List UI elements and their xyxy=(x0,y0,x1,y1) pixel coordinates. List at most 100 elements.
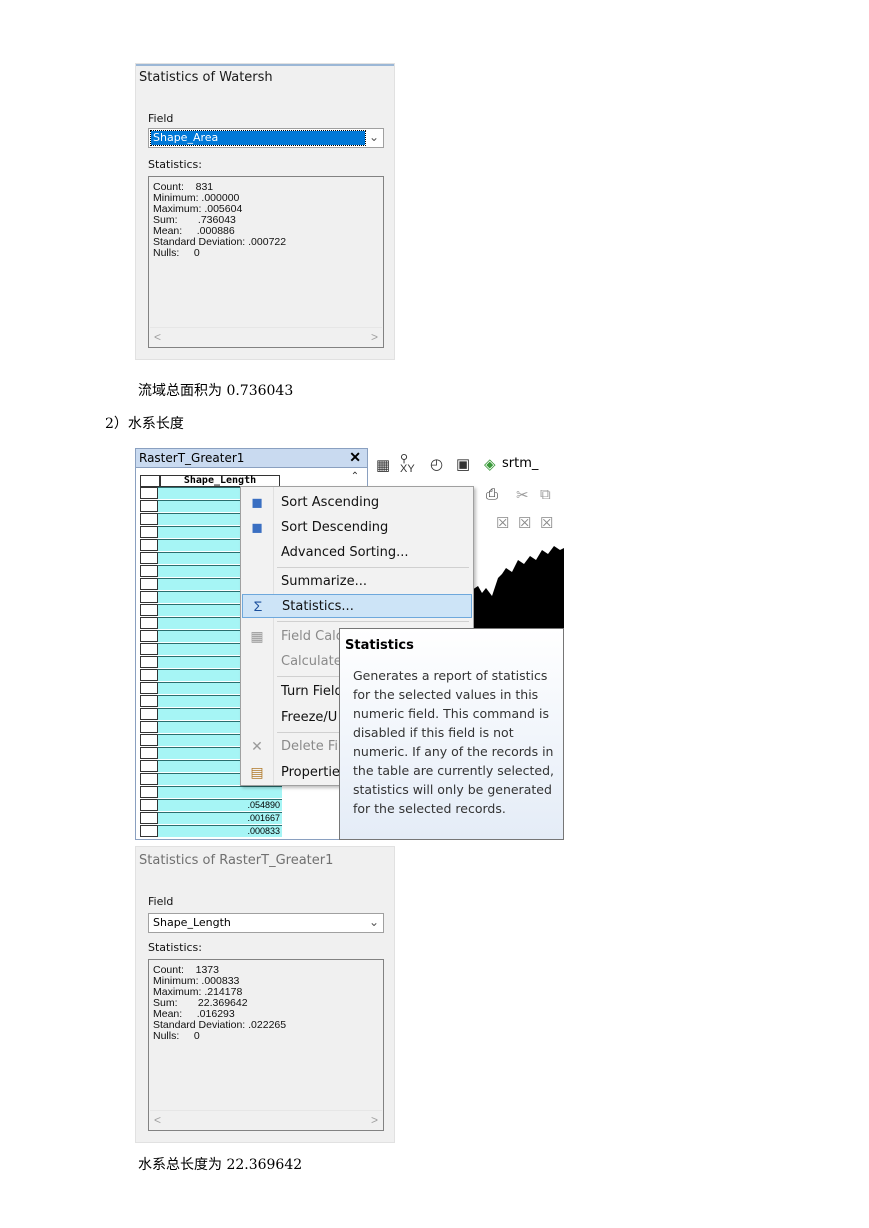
statistics-output: Count: 831 Minimum: .000000 Maximum: .00… xyxy=(148,176,384,348)
row-selector[interactable] xyxy=(140,695,157,707)
tooltip-body: Generates a report of statistics for the… xyxy=(353,668,554,816)
measure-icon[interactable]: ◴ xyxy=(430,455,443,473)
row-selector[interactable] xyxy=(140,565,157,577)
row-selector[interactable] xyxy=(140,773,157,785)
layer-icon[interactable]: ◈ xyxy=(484,455,496,473)
table-cell[interactable]: .001667 xyxy=(157,812,282,824)
table-row[interactable] xyxy=(136,786,367,799)
scroll-right-icon[interactable]: > xyxy=(371,330,378,344)
cell-value: .054890 xyxy=(247,800,280,810)
close-icon[interactable]: ✕ xyxy=(349,449,361,466)
table-cell[interactable]: .054890 xyxy=(157,799,282,811)
horizontal-scrollbar[interactable]: < > xyxy=(150,1110,382,1129)
row-selector[interactable] xyxy=(140,825,157,837)
terrain-silhouette xyxy=(472,546,564,628)
add-data-icon[interactable]: ▦ xyxy=(376,456,390,474)
row-selector[interactable] xyxy=(140,578,157,590)
row-selector[interactable] xyxy=(140,630,157,642)
menu-item-label: Sort Descending xyxy=(281,520,389,535)
row-selector[interactable] xyxy=(140,500,157,512)
map-preview xyxy=(472,546,564,628)
caption-watershed-area: 流域总面积为 0.736043 xyxy=(138,383,294,399)
stat-nulls: Nulls: 0 xyxy=(153,1030,200,1042)
horizontal-scrollbar[interactable]: < > xyxy=(150,327,382,346)
row-selector[interactable] xyxy=(140,513,157,525)
cell-value: .001667 xyxy=(247,813,280,823)
table-row[interactable]: .000833 xyxy=(136,825,367,838)
menu-item-label: Calculate xyxy=(281,654,342,669)
row-selector[interactable] xyxy=(140,721,157,733)
row-selector[interactable] xyxy=(140,812,157,824)
menu-item-sort-descending[interactable]: ◼ Sort Descending xyxy=(241,515,473,539)
menu-item-sort-ascending[interactable]: ◼ Sort Ascending xyxy=(241,490,473,514)
row-selector[interactable] xyxy=(140,682,157,694)
row-selector-header[interactable] xyxy=(140,475,160,487)
zoom-icon[interactable]: ▣ xyxy=(456,455,470,473)
dialog-title: Statistics of Watersh xyxy=(139,70,273,85)
chevron-down-icon[interactable]: ⌄ xyxy=(369,130,379,144)
row-selector[interactable] xyxy=(140,799,157,811)
sigma-icon: Σ xyxy=(253,598,263,614)
dialog-title: Statistics of RasterT_Greater1 xyxy=(139,853,334,868)
row-selector[interactable] xyxy=(140,786,157,798)
menu-separator xyxy=(277,567,469,568)
statistics-dialog-watershed: Statistics of Watersh Field Shape_Area ⌄… xyxy=(135,63,395,360)
field-dropdown-value: Shape_Length xyxy=(153,916,231,929)
statistics-dialog-raster: Statistics of RasterT_Greater1 Field Sha… xyxy=(135,846,395,1143)
table-title: RasterT_Greater1 xyxy=(139,451,245,465)
chevron-down-icon[interactable]: ⌄ xyxy=(369,915,379,929)
menu-item-advanced-sorting[interactable]: Advanced Sorting... xyxy=(241,540,473,564)
table-row[interactable]: .054890 xyxy=(136,799,367,812)
row-selector[interactable] xyxy=(140,591,157,603)
row-selector[interactable] xyxy=(140,604,157,616)
row-selector[interactable] xyxy=(140,747,157,759)
menu-item-label: Statistics... xyxy=(282,599,354,614)
print-icon[interactable]: ⎙ xyxy=(486,486,498,503)
statistics-label: Statistics: xyxy=(148,941,202,954)
field-dropdown[interactable]: Shape_Length ⌄ xyxy=(148,913,384,933)
row-selector[interactable] xyxy=(140,539,157,551)
table-title-bar: RasterT_Greater1 ✕ xyxy=(136,449,367,468)
scroll-left-icon[interactable]: < xyxy=(154,330,161,344)
menu-item-label: Field Calc xyxy=(281,629,343,644)
caption-stream-length: 水系总长度为 22.369642 xyxy=(138,1157,303,1173)
row-selector[interactable] xyxy=(140,760,157,772)
row-selector[interactable] xyxy=(140,552,157,564)
menu-item-label: Sort Ascending xyxy=(281,495,380,510)
table-cell[interactable] xyxy=(157,786,282,798)
xy-icon[interactable]: ⚲ XY xyxy=(400,454,415,475)
menu-item-statistics[interactable]: Σ Statistics... xyxy=(242,594,472,618)
calculator-icon: ▦ xyxy=(250,628,264,644)
row-selector[interactable] xyxy=(140,669,157,681)
scroll-up-icon[interactable]: ⌃ xyxy=(347,471,363,487)
menu-item-label: Turn Field xyxy=(281,684,343,699)
row-selector[interactable] xyxy=(140,656,157,668)
row-selector[interactable] xyxy=(140,708,157,720)
scroll-right-icon[interactable]: > xyxy=(371,1113,378,1127)
menu-item-label: Advanced Sorting... xyxy=(281,545,409,560)
stat-nulls: Nulls: 0 xyxy=(153,247,200,259)
row-selector[interactable] xyxy=(140,734,157,746)
toolbar-row-2: ☒ ☒ ☒ xyxy=(476,512,564,536)
select-box-icon[interactable]: ☒ xyxy=(540,514,553,532)
cell-value: .000833 xyxy=(247,826,280,836)
row-selector[interactable] xyxy=(140,526,157,538)
sort-descending-icon: ◼ xyxy=(251,519,263,535)
cut-icon[interactable]: ✂ xyxy=(516,486,529,504)
field-dropdown[interactable]: Shape_Area ⌄ xyxy=(148,128,384,148)
row-selector[interactable] xyxy=(140,617,157,629)
menu-item-summarize[interactable]: Summarize... xyxy=(241,569,473,593)
select-box-icon[interactable]: ☒ xyxy=(496,514,509,532)
statistics-label: Statistics: xyxy=(148,158,202,171)
row-selector[interactable] xyxy=(140,643,157,655)
layer-name[interactable]: srtm_ xyxy=(502,456,538,471)
select-box-icon[interactable]: ☒ xyxy=(518,514,531,532)
copy-icon[interactable]: ⧉ xyxy=(540,486,551,503)
field-label: Field xyxy=(148,895,174,908)
table-row[interactable]: .001667 xyxy=(136,812,367,825)
scroll-left-icon[interactable]: < xyxy=(154,1113,161,1127)
menu-item-label: Propertie xyxy=(281,765,340,780)
statistics-tooltip: Statistics Generates a report of statist… xyxy=(339,628,564,840)
row-selector[interactable] xyxy=(140,487,157,499)
table-cell[interactable]: .000833 xyxy=(157,825,282,837)
